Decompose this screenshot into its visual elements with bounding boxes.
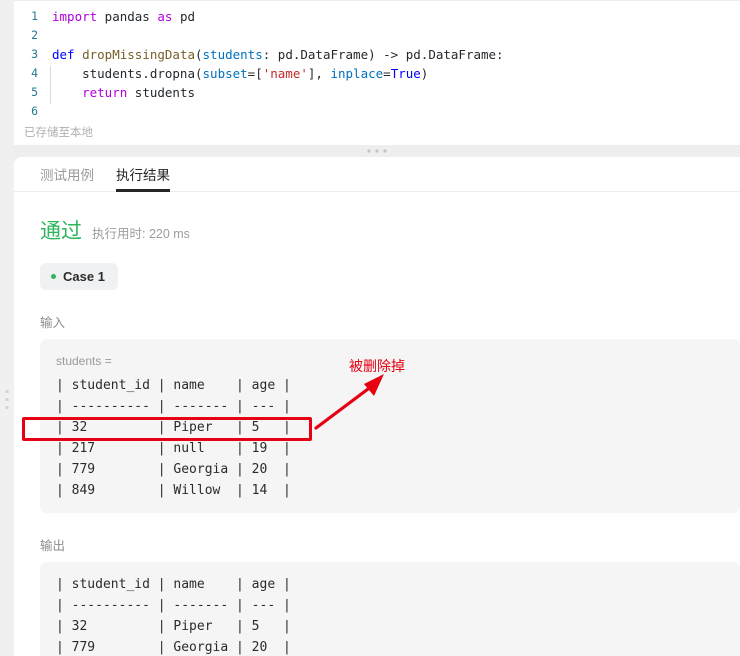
vertical-drag-handle-dots	[5, 390, 9, 409]
code-token: pd	[172, 9, 196, 24]
output-section-label: 输出	[40, 539, 66, 553]
line-number: 6	[31, 104, 38, 118]
case-chip-row: Case 1	[14, 263, 740, 290]
code-editor-content[interactable]: 1 import pandas as pd 2 3 def dropMissingDat…	[14, 7, 740, 118]
code-token: pandas	[97, 9, 158, 24]
code-token: True	[390, 66, 421, 81]
code-line[interactable]: 2	[14, 26, 740, 45]
line-number: 5	[31, 85, 38, 99]
code-token: 'name'	[262, 66, 308, 81]
code-line-text: students.dropna(subset=['name'], inplace…	[44, 64, 428, 83]
save-status-label: 已存储至本地	[24, 127, 93, 139]
annotation-note-text: 被删除掉	[349, 358, 405, 374]
code-line[interactable]: 5 return students	[14, 83, 740, 102]
code-line[interactable]: 4 students.dropna(subset=['name'], inpla…	[14, 64, 740, 83]
code-token: )	[420, 66, 429, 81]
output-table-text: | student_id | name | age | | ----------…	[56, 577, 291, 655]
line-number: 2	[31, 28, 38, 42]
code-line[interactable]: 3 def dropMissingData(students: pd.DataFr…	[14, 45, 740, 64]
code-token: as	[157, 9, 173, 24]
output-codebox: | student_id | name | age | | ----------…	[40, 562, 740, 656]
verdict-label: 通过	[40, 220, 82, 243]
drag-dot	[5, 398, 9, 401]
code-token: students	[127, 85, 195, 100]
tab-testcases[interactable]: 测试用例	[40, 157, 94, 192]
line-number: 1	[31, 9, 38, 23]
code-line-text: def dropMissingData(students: pd.DataFra…	[44, 45, 504, 64]
horizontal-drag-handle-dots	[367, 149, 387, 153]
line-number: 3	[31, 47, 38, 61]
code-token: return	[82, 85, 128, 100]
input-table-text: | student_id | name | age | | ----------…	[56, 378, 291, 498]
status-dot-icon	[51, 274, 56, 279]
code-token: def	[52, 47, 75, 62]
horizontal-drag-handle[interactable]	[14, 145, 740, 157]
code-token: students	[202, 47, 263, 62]
drag-dot	[5, 406, 9, 409]
code-token: subset	[202, 66, 248, 81]
input-section-label: 输入	[40, 316, 66, 330]
vertical-drag-handle[interactable]	[0, 0, 14, 656]
code-token: dropMissingData	[82, 47, 195, 62]
indent-guide	[50, 66, 51, 104]
code-token: students.dropna(	[52, 66, 203, 81]
case-chip-case-1[interactable]: Case 1	[40, 263, 118, 290]
drag-dot	[375, 149, 379, 153]
verdict-row: 通过 执行用时: 220 ms	[14, 215, 740, 245]
code-line-text: return students	[44, 83, 195, 102]
case-chip-label: Case 1	[63, 269, 105, 284]
tab-result-label: 执行结果	[116, 168, 170, 183]
drag-dot	[5, 390, 9, 393]
page-root: 1 import pandas as pd 2 3 def dropMissingDat…	[0, 0, 740, 656]
code-line[interactable]: 6	[14, 102, 740, 121]
line-number: 4	[31, 66, 38, 80]
code-token: (	[195, 47, 203, 62]
tab-result[interactable]: 执行结果	[116, 157, 170, 192]
code-token: import	[52, 9, 98, 24]
result-tabbar: 测试用例 执行结果	[14, 157, 740, 192]
drag-dot	[367, 149, 371, 153]
result-body: 通过 执行用时: 220 ms Case 1 输入 students = | st…	[14, 193, 740, 656]
result-pane: 测试用例 执行结果 通过 执行用时: 220 ms Case 1 输入 stud…	[14, 157, 740, 656]
code-line[interactable]: 1 import pandas as pd	[14, 7, 740, 26]
tab-testcases-label: 测试用例	[40, 168, 94, 183]
runtime-label: 执行用时: 220 ms	[92, 227, 190, 241]
code-token: inplace	[330, 66, 384, 81]
code-token: : pd.DataFrame) -> pd.DataFrame:	[262, 47, 504, 62]
code-token: ],	[307, 66, 331, 81]
code-editor-pane[interactable]: 1 import pandas as pd 2 3 def dropMissingDat…	[14, 0, 740, 145]
code-token: =[	[247, 66, 263, 81]
code-line-text: import pandas as pd	[44, 7, 195, 26]
drag-dot	[383, 149, 387, 153]
code-token: =	[383, 66, 391, 81]
